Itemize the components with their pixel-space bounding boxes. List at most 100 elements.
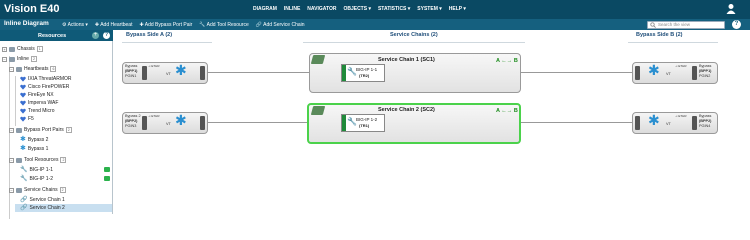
heartbeat-icon	[20, 84, 26, 90]
tree-label: Service Chain 2	[29, 205, 65, 211]
bypass-name: Bypass	[125, 64, 138, 68]
tool-name: BIG-IP 1-2	[356, 117, 378, 122]
tree-item-bypass[interactable]: ✱ Bypass 1	[20, 145, 48, 153]
column-title: Bypass Side B	[636, 32, 675, 38]
tree-label: Heartbeats	[24, 66, 49, 72]
nav-help[interactable]: HELP ▾	[449, 6, 466, 12]
tree-item-bypass-port-pairs[interactable]: − Bypass Port Pairs 2	[9, 126, 72, 134]
add-tool-resource-button[interactable]: 🔧 Add Tool Resource	[199, 22, 249, 28]
tree-label: Bypass Port Pairs	[24, 127, 64, 133]
tree-item-heartbeat[interactable]: IXIA ThreatARMOR	[20, 75, 72, 83]
count-badge: 2	[59, 187, 66, 193]
port-tab	[142, 116, 147, 130]
bypass-switch-icon: ✱	[648, 112, 660, 128]
collapse-toggle[interactable]: −	[9, 127, 14, 133]
nav-inline[interactable]: INLINE	[284, 6, 300, 12]
user-icon[interactable]	[726, 3, 736, 14]
bypass-name: Bypass	[699, 64, 712, 68]
add-service-chain-button[interactable]: 🔗 Add Service Chain	[256, 22, 305, 28]
tree-item-service-chains[interactable]: − Service Chains 2	[9, 186, 66, 194]
tree-label: IXIA ThreatARMOR	[28, 76, 72, 82]
nav-statistics[interactable]: STATISTICS ▾	[378, 6, 410, 12]
port-status: ⇢ ETHR	[675, 64, 687, 68]
bypass-icon: ✱	[20, 145, 26, 152]
add-bypass-port-pair-button[interactable]: ✚ Add Bypass Port Pair	[139, 22, 192, 28]
tree-item-tool[interactable]: 🔧 BIG-IP 1-2	[20, 175, 53, 183]
tree-label: Service Chains	[24, 187, 58, 193]
nav-system[interactable]: SYSTEM ▾	[417, 6, 441, 12]
folder-icon	[16, 157, 22, 163]
port-status: ⇢ ETHR	[148, 64, 160, 68]
port-tab	[635, 116, 640, 130]
collapse-toggle[interactable]: −	[9, 187, 14, 193]
tree-item-heartbeat[interactable]: FireEye NX	[20, 91, 54, 99]
column-header-bypass-a: Bypass Side A (2)	[126, 32, 172, 38]
tree-item-heartbeats[interactable]: − Heartbeats 6	[9, 65, 57, 73]
collapse-toggle[interactable]: −	[9, 157, 14, 163]
tree-label: Cisco FirePOWER	[28, 84, 70, 90]
tree-line	[15, 76, 16, 126]
connection-line	[520, 122, 633, 123]
heartbeat-icon	[20, 116, 26, 122]
tree-item-service-chain[interactable]: 🔗 Service Chain 1	[20, 196, 65, 204]
link-icon: 🔗	[20, 197, 28, 203]
tree-label: BIG-IP 1-2	[29, 176, 54, 182]
column-header-bypass-b: Bypass Side B (2)	[636, 32, 682, 38]
tree-item-heartbeat[interactable]: Cisco FirePOWER	[20, 83, 69, 91]
vt-label: VT	[666, 72, 671, 76]
tool-status-bar	[342, 115, 346, 131]
service-chain-icon	[310, 106, 326, 115]
vt-label: VT	[666, 122, 671, 126]
add-resource-button[interactable]: +	[92, 32, 99, 39]
nav-objects[interactable]: OBJECTS ▾	[343, 6, 371, 12]
help-button[interactable]: ?	[732, 20, 741, 29]
tree-label: Chassis	[17, 46, 35, 52]
sidebar-help-button[interactable]: ?	[103, 32, 110, 39]
search-input[interactable]: Search the view	[647, 21, 725, 29]
bypass-port: PGIN4	[699, 124, 711, 128]
port-tab	[200, 66, 205, 80]
tree-item-tool-resources[interactable]: − Tool Resources 2	[9, 156, 67, 164]
column-divider	[122, 42, 212, 43]
count-badge: 6	[50, 66, 57, 72]
collapse-toggle[interactable]: −	[2, 56, 7, 62]
port-tab	[635, 66, 640, 80]
tree-item-inline[interactable]: − Inline 2	[2, 55, 37, 63]
tool-status-bar	[342, 65, 346, 81]
count-badge: 2	[65, 127, 72, 133]
tree-label: FireEye NX	[28, 92, 54, 98]
connection-line	[207, 72, 310, 73]
add-heartbeat-button[interactable]: ✚ Add Heartbeat	[95, 22, 133, 28]
port-tab	[200, 116, 205, 130]
chassis-icon	[9, 46, 15, 52]
tool-name: BIG-IP 1-1	[356, 67, 378, 72]
folder-icon	[16, 66, 22, 72]
tree-item-bypass[interactable]: ✱ Bypass 2	[20, 136, 48, 144]
heartbeat-icon	[20, 100, 26, 106]
tree-item-heartbeat[interactable]: Imperva WAF	[20, 99, 58, 107]
actions-menu-button[interactable]: ⚙ Actions ▾	[62, 22, 88, 28]
column-header-service-chains: Service Chains (2)	[390, 32, 438, 38]
folder-icon	[16, 127, 22, 133]
tree-item-heartbeat[interactable]: Trend Micro	[20, 107, 55, 115]
nav-diagram[interactable]: DIAGRAM	[253, 6, 277, 12]
heartbeat-icon	[20, 108, 26, 114]
status-badge	[104, 167, 110, 172]
tree-label: F5	[28, 116, 34, 122]
collapse-toggle[interactable]: −	[9, 66, 14, 72]
sidebar-title: Resources	[38, 33, 67, 39]
tree-line	[9, 56, 10, 219]
tree-item-chassis[interactable]: + Chassis 1	[2, 45, 43, 53]
bypass-port: (BPP2)	[125, 119, 138, 123]
expand-toggle[interactable]: +	[2, 46, 7, 52]
count-badge: 2	[60, 157, 67, 163]
bypass-port: PGIN2	[699, 74, 711, 78]
port-tab	[692, 116, 697, 130]
nav-navigator[interactable]: NAVIGATOR	[307, 6, 336, 12]
tree-item-tool[interactable]: 🔧 BIG-IP 1-1	[20, 166, 53, 174]
column-divider	[303, 42, 525, 43]
folder-icon	[16, 187, 22, 193]
tree-item-service-chain-selected[interactable]: 🔗 Service Chain 2	[15, 204, 112, 212]
tree-item-heartbeat[interactable]: F5	[20, 115, 34, 123]
service-chain-title: Service Chain 1 (SC1)	[378, 57, 435, 63]
